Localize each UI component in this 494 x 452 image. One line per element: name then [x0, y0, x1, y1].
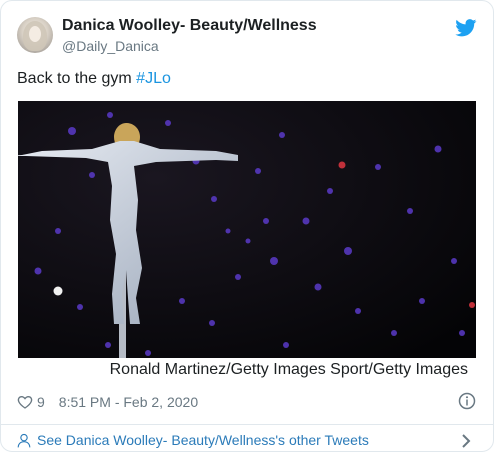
- performer-illustration: [18, 101, 476, 358]
- tweet-body: Back to the gym: [17, 70, 137, 87]
- like-count[interactable]: 9: [37, 394, 45, 410]
- twitter-bird-icon[interactable]: [455, 19, 477, 37]
- author-handle[interactable]: @Daily_Danica: [62, 38, 159, 54]
- tweet-text: Back to the gym #JLo: [17, 70, 171, 88]
- heart-icon[interactable]: [17, 394, 33, 410]
- tweet-photo[interactable]: [18, 101, 476, 358]
- avatar-face: [29, 26, 41, 42]
- image-credit: Ronald Martinez/Getty Images Sport/Getty…: [109, 361, 468, 378]
- other-tweets-label[interactable]: See Danica Woolley- Beauty/Wellness's ot…: [37, 432, 369, 448]
- tweet-actions: 9 8:51 PM - Feb 2, 2020: [17, 392, 198, 412]
- chevron-right-icon[interactable]: [461, 433, 471, 449]
- avatar[interactable]: [17, 17, 53, 53]
- info-icon[interactable]: [458, 392, 476, 410]
- footer-divider: [1, 424, 493, 425]
- author-display-name[interactable]: Danica Woolley- Beauty/Wellness: [62, 17, 317, 35]
- tweet-timestamp[interactable]: 8:51 PM - Feb 2, 2020: [59, 394, 198, 410]
- embedded-tweet-card: Danica Woolley- Beauty/Wellness @Daily_D…: [0, 0, 494, 452]
- other-tweets-link[interactable]: See Danica Woolley- Beauty/Wellness's ot…: [17, 432, 369, 448]
- hashtag-link[interactable]: #JLo: [136, 70, 171, 87]
- person-icon: [17, 433, 31, 447]
